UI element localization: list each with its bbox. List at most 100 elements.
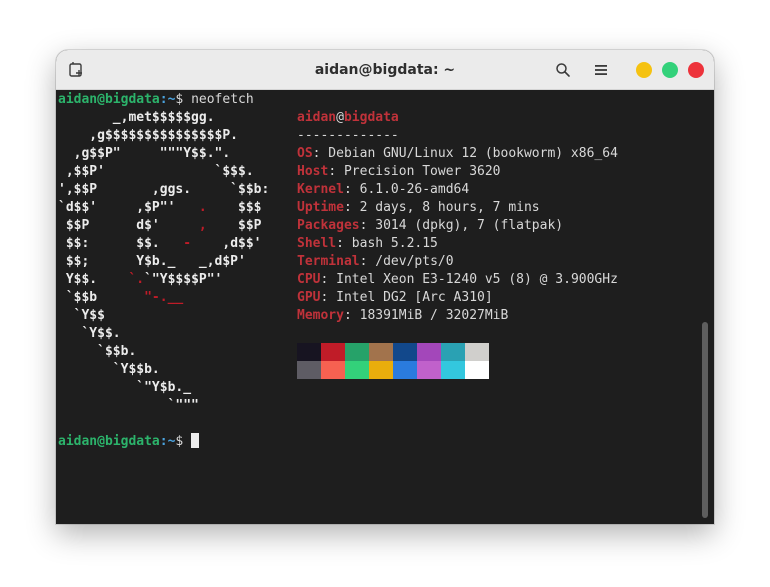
active-prompt-line: aidan@bigdata:~$ <box>58 433 200 451</box>
color-swatch <box>345 361 369 379</box>
logo-line: $$: $$. - ,d$$' <box>58 235 262 253</box>
color-palette-bright <box>297 361 489 379</box>
logo-fragment: `Y$$b. <box>58 362 160 377</box>
title-bar[interactable]: aidan@bigdata: ~ <box>56 50 714 90</box>
info-key: Host <box>297 164 329 179</box>
color-swatch <box>345 343 369 361</box>
info-row: Uptime: 2 days, 8 hours, 7 mins <box>297 199 540 217</box>
color-swatch <box>441 361 465 379</box>
logo-line: $$; Y$b._ _,d$P' <box>58 253 246 271</box>
logo-swirl-fragment: - <box>183 236 192 251</box>
hamburger-menu-icon[interactable] <box>591 60 611 80</box>
logo-fragment: `""" <box>58 398 199 413</box>
color-swatch <box>369 343 393 361</box>
info-separator: ------------- <box>297 128 399 143</box>
logo-fragment: `"Y$$$$P"' <box>144 272 223 287</box>
logo-fragment: $$; Y$b._ _,d$P' <box>58 254 246 269</box>
info-key: Kernel <box>297 182 344 197</box>
info-row: Kernel: 6.1.0-26-amd64 <box>297 181 469 199</box>
info-key: Terminal <box>297 254 360 269</box>
logo-swirl-fragment: . <box>198 200 207 215</box>
logo-fragment: $$: $$. <box>58 236 184 251</box>
prompt-symbol: $ <box>175 434 192 449</box>
info-row: Memory: 18391MiB / 32027MiB <box>297 307 508 325</box>
info-value: : bash 5.2.15 <box>336 236 438 251</box>
logo-line: $$P d$' , $$P <box>58 217 262 235</box>
color-swatch <box>465 361 489 379</box>
info-key: CPU <box>297 272 321 287</box>
prompt-path: :~ <box>159 434 176 449</box>
color-swatch <box>417 361 441 379</box>
info-row: Host: Precision Tower 3620 <box>297 163 501 181</box>
info-row: CPU: Intel Xeon E3-1240 v5 (8) @ 3.900GH… <box>297 271 618 289</box>
logo-fragment: $$$ <box>206 200 262 215</box>
search-icon[interactable] <box>553 60 573 80</box>
info-row: Packages: 3014 (dpkg), 7 (flatpak) <box>297 217 563 235</box>
color-swatch <box>441 343 465 361</box>
minimize-button[interactable] <box>636 62 652 78</box>
info-user: aidan <box>297 110 337 125</box>
color-swatch <box>393 361 417 379</box>
logo-line: ',$$P ,ggs. `$$b: <box>58 181 269 199</box>
terminal-output[interactable]: aidan@bigdata:~$ neofetch _,met$$$$$gg. … <box>56 90 714 524</box>
prompt-symbol: $ <box>175 92 192 107</box>
info-value: : 18391MiB / 32027MiB <box>343 308 509 323</box>
logo-line: `d$$' ,$P"' . $$$ <box>58 199 262 217</box>
info-value: : Intel Xeon E3-1240 v5 (8) @ 3.900GHz <box>320 272 618 287</box>
logo-line: `$$b. <box>58 343 136 361</box>
info-value: : 2 days, 8 hours, 7 mins <box>343 200 540 215</box>
logo-fragment: $$P <box>206 218 262 233</box>
info-value: : Precision Tower 3620 <box>328 164 501 179</box>
info-row: Shell: bash 5.2.15 <box>297 235 438 253</box>
logo-line: `Y$$ <box>58 307 105 325</box>
color-swatch <box>465 343 489 361</box>
logo-fragment: `$$b <box>58 290 145 305</box>
command-line: aidan@bigdata:~$ neofetch <box>58 91 254 109</box>
logo-line: _,met$$$$$gg. <box>58 109 215 127</box>
logo-line: `$$b "-.__ <box>58 289 183 307</box>
logo-fragment: `d$$' ,$P"' <box>58 200 199 215</box>
terminal-window: aidan@bigdata: ~ aidan@bigdata:~$ neofet… <box>56 50 714 524</box>
logo-line: `Y$$b. <box>58 361 160 379</box>
info-key: Packages <box>297 218 360 233</box>
color-swatch <box>297 343 321 361</box>
logo-fragment: ',$$P ,ggs. `$$b: <box>58 182 270 197</box>
color-swatch <box>321 361 345 379</box>
logo-fragment: ,g$$$$$$$$$$$$$$$P. <box>58 128 239 143</box>
info-key: Shell <box>297 236 337 251</box>
logo-fragment: _,met$$$$$gg. <box>58 110 215 125</box>
color-swatch <box>417 343 441 361</box>
logo-fragment: ,$$P' `$$$. <box>58 164 254 179</box>
logo-swirl-fragment: `. <box>128 272 145 287</box>
maximize-button[interactable] <box>662 62 678 78</box>
info-value: : Debian GNU/Linux 12 (bookworm) x86_64 <box>312 146 618 161</box>
logo-fragment: ,d$$' <box>191 236 262 251</box>
logo-line: ,$$P' `$$$. <box>58 163 254 181</box>
info-key: GPU <box>297 290 321 305</box>
command-text: neofetch <box>191 92 254 107</box>
info-at: @ <box>336 110 344 125</box>
text-cursor <box>191 433 200 448</box>
color-palette-dark <box>297 343 489 361</box>
logo-swirl-fragment: "-.__ <box>144 290 184 305</box>
info-row: OS: Debian GNU/Linux 12 (bookworm) x86_6… <box>297 145 618 163</box>
logo-fragment: `Y$$ <box>58 308 105 323</box>
info-value: : /dev/pts/0 <box>359 254 454 269</box>
color-swatch <box>297 361 321 379</box>
logo-fragment: Y$$. <box>58 272 129 287</box>
logo-fragment: `"Y$b._ <box>58 380 192 395</box>
logo-fragment: `$$b. <box>58 344 137 359</box>
close-button[interactable] <box>688 62 704 78</box>
window-title: aidan@bigdata: ~ <box>314 62 456 78</box>
info-value: : 3014 (dpkg), 7 (flatpak) <box>359 218 564 233</box>
logo-line: ,g$$$$$$$$$$$$$$$P. <box>58 127 238 145</box>
logo-line: `""" <box>58 397 199 415</box>
prompt-user: aidan@bigdata <box>58 92 160 107</box>
info-value: : Intel DG2 [Arc A310] <box>320 290 493 305</box>
logo-fragment: ,g$$P" """Y$$.". <box>58 146 231 161</box>
prompt-path: :~ <box>159 92 176 107</box>
info-row: Terminal: /dev/pts/0 <box>297 253 454 271</box>
scrollbar-thumb[interactable] <box>702 322 708 518</box>
info-host: bigdata <box>343 110 399 125</box>
color-swatch <box>393 343 417 361</box>
